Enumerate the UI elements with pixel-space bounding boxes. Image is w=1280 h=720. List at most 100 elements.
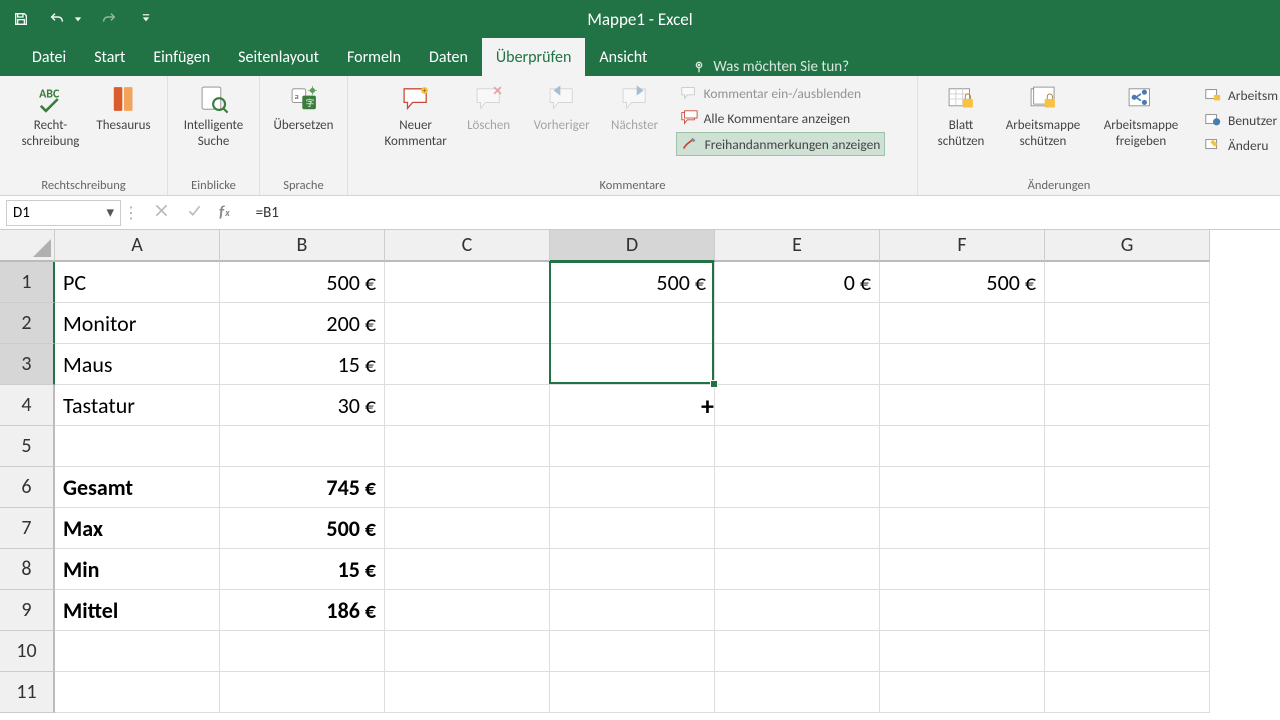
cell-D11[interactable]: [550, 672, 715, 713]
cell-B7[interactable]: 500 €: [220, 508, 385, 549]
smart-lookup-button[interactable]: Intelligente Suche: [178, 80, 250, 151]
select-all-corner[interactable]: [0, 230, 55, 262]
row-header-4[interactable]: 4: [0, 385, 55, 426]
cell-A1[interactable]: PC: [55, 262, 220, 303]
cell-E5[interactable]: [715, 426, 880, 467]
fx-icon[interactable]: fx: [219, 203, 230, 222]
cell-D5[interactable]: [550, 426, 715, 467]
cell-F6[interactable]: [880, 467, 1045, 508]
tab-überprüfen[interactable]: Überprüfen: [482, 38, 585, 76]
show-all-comments-button[interactable]: Alle Kommentare anzeigen: [676, 107, 886, 129]
cell-G2[interactable]: [1045, 303, 1210, 344]
spelling-button[interactable]: ABC Recht- schreibung: [15, 80, 87, 151]
cell-C10[interactable]: [385, 631, 550, 672]
show-ink-button[interactable]: Freihandanmerkungen anzeigen: [676, 132, 886, 156]
cell-A8[interactable]: Min: [55, 549, 220, 590]
cell-B4[interactable]: 30 €: [220, 385, 385, 426]
cell-D10[interactable]: [550, 631, 715, 672]
cell-G4[interactable]: [1045, 385, 1210, 426]
cell-F2[interactable]: [880, 303, 1045, 344]
cell-B3[interactable]: 15 €: [220, 344, 385, 385]
cell-F7[interactable]: [880, 508, 1045, 549]
col-header-E[interactable]: E: [715, 230, 880, 262]
cell-C8[interactable]: [385, 549, 550, 590]
cell-G3[interactable]: [1045, 344, 1210, 385]
allow-users-button[interactable]: Benutzer: [1200, 109, 1280, 131]
cell-D9[interactable]: [550, 590, 715, 631]
cell-E9[interactable]: [715, 590, 880, 631]
cell-C7[interactable]: [385, 508, 550, 549]
row-header-1[interactable]: 1: [0, 262, 55, 303]
tell-me-search[interactable]: Was möchten Sie tun?: [691, 58, 849, 76]
cell-E2[interactable]: [715, 303, 880, 344]
cell-E8[interactable]: [715, 549, 880, 590]
track-changes-button[interactable]: Änderu: [1200, 134, 1280, 156]
cell-D3[interactable]: [550, 344, 715, 385]
cell-B8[interactable]: 15 €: [220, 549, 385, 590]
previous-comment-button[interactable]: Vorheriger: [526, 80, 598, 134]
cell-E1[interactable]: 0 €: [715, 262, 880, 303]
cell-F3[interactable]: [880, 344, 1045, 385]
cell-E6[interactable]: [715, 467, 880, 508]
formula-input[interactable]: =B1: [242, 204, 1280, 222]
undo-dropdown[interactable]: [74, 10, 82, 28]
next-comment-button[interactable]: Nächster: [606, 80, 664, 134]
cell-F5[interactable]: [880, 426, 1045, 467]
splitter[interactable]: ⋮: [121, 203, 141, 223]
cell-F1[interactable]: 500 €: [880, 262, 1045, 303]
fill-handle[interactable]: [710, 380, 718, 388]
show-hide-comment-button[interactable]: Kommentar ein-/ausblenden: [676, 82, 886, 104]
row-header-2[interactable]: 2: [0, 303, 55, 344]
col-header-D[interactable]: D: [550, 230, 715, 262]
cell-B11[interactable]: [220, 672, 385, 713]
tab-start[interactable]: Start: [80, 38, 139, 76]
cell-A11[interactable]: [55, 672, 220, 713]
cell-B6[interactable]: 745 €: [220, 467, 385, 508]
cell-A10[interactable]: [55, 631, 220, 672]
cell-D4[interactable]: [550, 385, 715, 426]
redo-button[interactable]: [100, 10, 118, 28]
cell-G6[interactable]: [1045, 467, 1210, 508]
protect-workbook-button[interactable]: Arbeitsmappe schützen: [998, 80, 1088, 151]
tab-einfügen[interactable]: Einfügen: [139, 38, 224, 76]
cell-B5[interactable]: [220, 426, 385, 467]
row-header-3[interactable]: 3: [0, 344, 55, 385]
protect-share-button[interactable]: Arbeitsm: [1200, 84, 1280, 106]
col-header-A[interactable]: A: [55, 230, 220, 262]
file-tab[interactable]: Datei: [18, 38, 80, 76]
cell-C6[interactable]: [385, 467, 550, 508]
share-workbook-button[interactable]: Arbeitsmappe freigeben: [1096, 80, 1186, 151]
cell-B1[interactable]: 500 €: [220, 262, 385, 303]
cell-E7[interactable]: [715, 508, 880, 549]
cell-A9[interactable]: Mittel: [55, 590, 220, 631]
cell-G1[interactable]: [1045, 262, 1210, 303]
cell-A3[interactable]: Maus: [55, 344, 220, 385]
row-header-10[interactable]: 10: [0, 631, 55, 672]
cell-F9[interactable]: [880, 590, 1045, 631]
col-header-F[interactable]: F: [880, 230, 1045, 262]
save-button[interactable]: [12, 10, 30, 28]
row-header-7[interactable]: 7: [0, 508, 55, 549]
cell-C2[interactable]: [385, 303, 550, 344]
cell-G7[interactable]: [1045, 508, 1210, 549]
delete-comment-button[interactable]: Löschen: [460, 80, 518, 134]
cell-D6[interactable]: [550, 467, 715, 508]
cell-F8[interactable]: [880, 549, 1045, 590]
col-header-G[interactable]: G: [1045, 230, 1210, 262]
cell-F4[interactable]: [880, 385, 1045, 426]
cell-A5[interactable]: [55, 426, 220, 467]
qat-customize[interactable]: [142, 10, 150, 28]
cell-C4[interactable]: [385, 385, 550, 426]
cell-G9[interactable]: [1045, 590, 1210, 631]
cell-E3[interactable]: [715, 344, 880, 385]
cell-D7[interactable]: [550, 508, 715, 549]
cell-B10[interactable]: [220, 631, 385, 672]
cell-F10[interactable]: [880, 631, 1045, 672]
cell-E4[interactable]: [715, 385, 880, 426]
cell-B9[interactable]: 186 €: [220, 590, 385, 631]
tab-formeln[interactable]: Formeln: [333, 38, 415, 76]
tab-ansicht[interactable]: Ansicht: [585, 38, 661, 76]
tab-seitenlayout[interactable]: Seitenlayout: [224, 38, 333, 76]
new-comment-button[interactable]: Neuer Kommentar: [380, 80, 452, 151]
thesaurus-button[interactable]: Thesaurus: [95, 80, 153, 134]
